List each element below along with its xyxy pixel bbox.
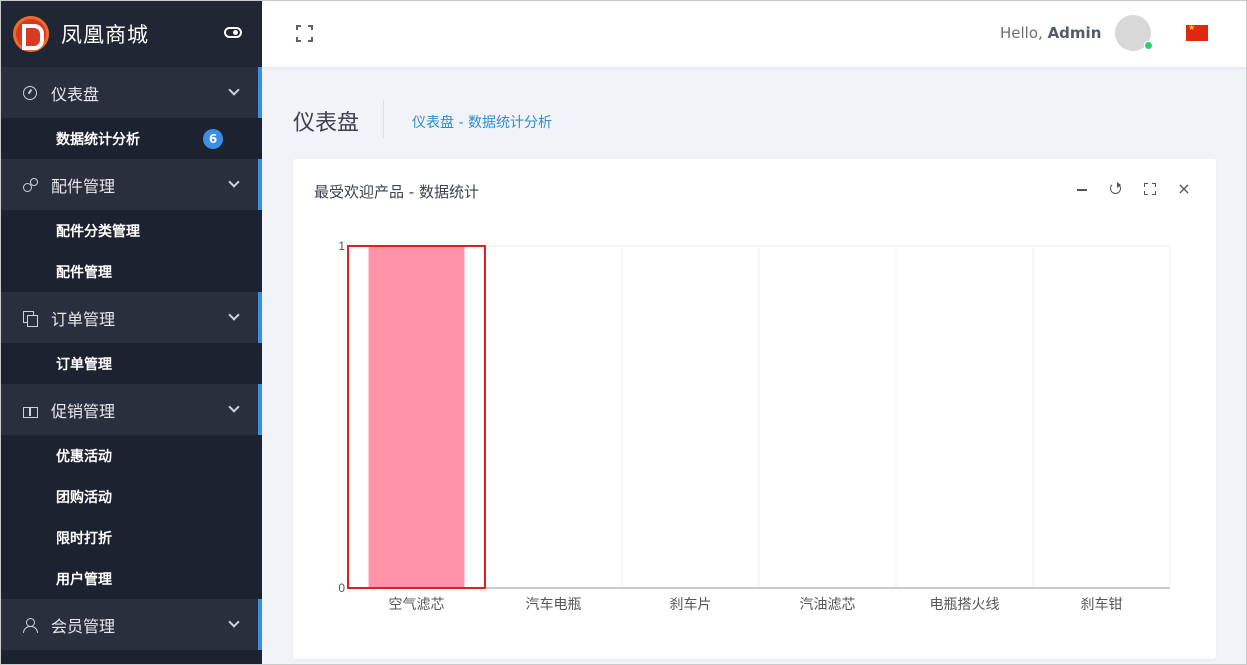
fullscreen-icon[interactable] — [296, 25, 313, 42]
x-tick-label: 汽车电瓶 — [526, 596, 582, 613]
x-tick-label: 刹车片 — [670, 596, 712, 613]
online-status-icon — [1144, 41, 1153, 50]
sidebar-item-parts[interactable]: 配件管理 — [1, 159, 262, 210]
x-tick-label: 汽油滤芯 — [800, 597, 856, 613]
topbar: Hello, Admin — [262, 1, 1246, 67]
y-tick-label: 0 — [338, 581, 345, 595]
chevron-down-icon — [228, 616, 240, 628]
chevron-down-icon — [228, 401, 240, 413]
menu-group-members: 会员管理 — [1, 599, 262, 650]
brand[interactable]: 凤凰商城 — [1, 1, 262, 67]
greeting-text: Hello, — [1000, 24, 1043, 42]
sidebar-subitem-label: 限时打折 — [56, 530, 112, 547]
y-tick-label: 1 — [338, 239, 345, 253]
sidebar-item-promotions[interactable]: 促销管理 — [1, 384, 262, 435]
sidebar-item-label: 促销管理 — [51, 401, 116, 421]
menu-group-dashboard: 仪表盘 数据统计分析 6 — [1, 67, 262, 159]
sidebar-item-label: 会员管理 — [51, 616, 116, 636]
x-tick-label: 电瓶搭火线 — [930, 597, 1000, 613]
sidebar-subitem-parts[interactable]: 配件管理 — [1, 251, 262, 292]
sidebar-subitem-users[interactable]: 用户管理 — [1, 558, 262, 599]
chevron-down-icon — [228, 176, 240, 188]
bar — [368, 246, 465, 588]
sidebar-subitem-label: 配件分类管理 — [56, 223, 140, 240]
gears-icon — [23, 177, 38, 192]
menu-group-parts: 配件管理 配件分类管理 配件管理 — [1, 159, 262, 292]
sidebar-item-label: 订单管理 — [51, 309, 116, 329]
menu-group-orders: 订单管理 订单管理 — [1, 292, 262, 384]
chevron-down-icon — [228, 84, 240, 96]
sidebar-subitem-label: 用户管理 — [56, 571, 112, 588]
sidebar-subitem-statistics[interactable]: 数据统计分析 6 — [1, 118, 262, 159]
sidebar-subitem-label: 团购活动 — [56, 489, 112, 506]
bar-chart: 0 1 空气滤芯 汽车电瓶 刹车片 汽油滤芯 电瓶搭火线 刹车钳 — [338, 239, 1171, 613]
app-window: 凤凰商城 仪表盘 数据统计分析 6 配件管理 配件分类管理 配件管理 订单管理 … — [0, 0, 1247, 665]
copy-icon — [23, 310, 38, 327]
count-badge: 6 — [203, 129, 223, 149]
breadcrumb[interactable]: 仪表盘 - 数据统计分析 — [412, 112, 552, 132]
sidebar-subitem-label: 订单管理 — [56, 356, 112, 373]
avatar[interactable] — [1115, 15, 1153, 51]
sidebar-item-label: 配件管理 — [51, 176, 116, 196]
sidebar-item-label: 仪表盘 — [51, 84, 100, 104]
x-tick-label: 刹车钳 — [1081, 596, 1123, 613]
gauge-icon — [23, 85, 37, 100]
logo-icon — [13, 16, 49, 52]
china-flag-icon[interactable] — [1186, 23, 1208, 41]
menu-group-promotions: 促销管理 优惠活动 团购活动 限时打折 用户管理 — [1, 384, 262, 599]
sidebar-subitem-discounts[interactable]: 优惠活动 — [1, 435, 262, 476]
username[interactable]: Admin — [1048, 24, 1102, 42]
greeting: Hello, Admin — [1000, 24, 1101, 42]
sidebar-subitem-label: 配件管理 — [56, 264, 112, 281]
sidebar-subitem-orders[interactable]: 订单管理 — [1, 343, 262, 384]
sidebar-subitem-flash-sale[interactable]: 限时打折 — [1, 517, 262, 558]
page-title: 仪表盘 — [293, 111, 360, 136]
sidebar-toggle-icon[interactable] — [224, 27, 242, 38]
brand-name: 凤凰商城 — [61, 23, 149, 47]
sidebar-item-members[interactable]: 会员管理 — [1, 599, 262, 650]
sidebar-subitem-group-buy[interactable]: 团购活动 — [1, 476, 262, 517]
user-icon — [23, 617, 38, 633]
gift-icon — [23, 403, 38, 418]
sidebar-item-dashboard[interactable]: 仪表盘 — [1, 67, 262, 118]
sidebar: 凤凰商城 仪表盘 数据统计分析 6 配件管理 配件分类管理 配件管理 订单管理 … — [1, 1, 262, 664]
sidebar-item-orders[interactable]: 订单管理 — [1, 292, 262, 343]
x-tick-label: 空气滤芯 — [389, 597, 445, 613]
sidebar-subitem-label: 优惠活动 — [56, 448, 112, 465]
chevron-down-icon — [228, 309, 240, 321]
sidebar-subitem-part-categories[interactable]: 配件分类管理 — [1, 210, 262, 251]
sidebar-subitem-label: 数据统计分析 — [56, 131, 140, 148]
title-divider — [383, 100, 384, 138]
